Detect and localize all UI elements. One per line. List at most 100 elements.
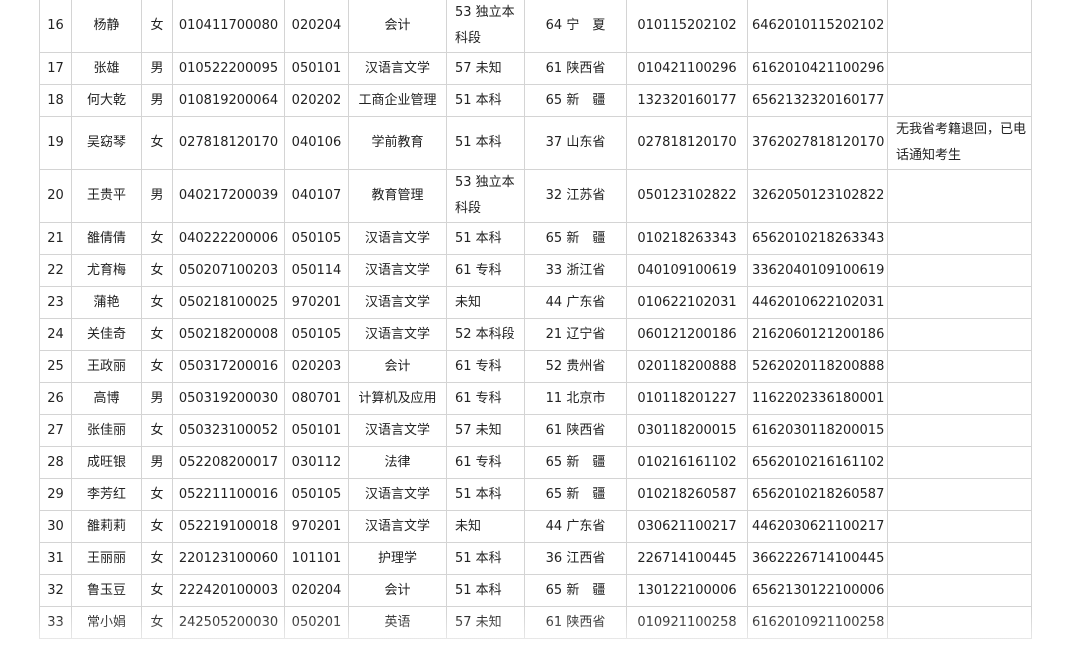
cell-student-no: 6162030118200015	[747, 414, 888, 447]
cell-no: 21	[39, 222, 72, 255]
cell-level: 52 本科段	[446, 318, 525, 351]
document-page: 16 杨静 女 010411700080 020204 会计 53 独立本科段 …	[0, 0, 1074, 661]
cell-gender: 女	[141, 318, 173, 351]
cell-gender: 女	[141, 414, 173, 447]
cell-major: 会计	[348, 0, 447, 53]
cell-major: 汉语言文学	[348, 222, 447, 255]
cell-level: 51 本科	[446, 84, 525, 117]
cell-gender: 女	[141, 0, 173, 53]
cell-exam-id: 027818120170	[172, 116, 285, 170]
cell-note	[887, 0, 1032, 53]
cell-exam-id: 050207100203	[172, 254, 285, 287]
cell-exam-id: 052211100016	[172, 478, 285, 511]
cell-student-no: 6562010218263343	[747, 222, 888, 255]
cell-exam-id: 052219100018	[172, 510, 285, 543]
table-row: 25 王政丽 女 050317200016 020203 会计 61 专科 52…	[39, 350, 1032, 383]
cell-major: 汉语言文学	[348, 318, 447, 351]
cell-province: 65 新 疆	[524, 478, 627, 511]
cell-exam-id: 050218200008	[172, 318, 285, 351]
cell-name: 蒲艳	[71, 286, 142, 319]
cell-province: 64 宁 夏	[524, 0, 627, 53]
table-row: 30 雒莉莉 女 052219100018 970201 汉语言文学 未知 44…	[39, 510, 1032, 543]
cell-exam-id: 050319200030	[172, 382, 285, 415]
cell-major-code: 050105	[284, 222, 349, 255]
cell-major-code: 050114	[284, 254, 349, 287]
cell-exam-id: 010522200095	[172, 52, 285, 85]
cell-student-no: 2162060121200186	[747, 318, 888, 351]
cell-student-no: 3362040109100619	[747, 254, 888, 287]
cell-province: 36 江西省	[524, 542, 627, 575]
cell-exam-id: 052208200017	[172, 446, 285, 479]
cell-major: 汉语言文学	[348, 478, 447, 511]
cell-level: 51 本科	[446, 478, 525, 511]
cell-level: 61 专科	[446, 382, 525, 415]
cell-major: 教育管理	[348, 169, 447, 223]
cell-level: 51 本科	[446, 574, 525, 607]
cell-student-no: 6162010921100258	[747, 606, 888, 639]
cell-major-code: 050201	[284, 606, 349, 639]
cell-level: 57 未知	[446, 414, 525, 447]
cell-gender: 女	[141, 510, 173, 543]
cell-major-code: 101101	[284, 542, 349, 575]
cell-major-code: 030112	[284, 446, 349, 479]
cell-archive-no: 130122100006	[626, 574, 748, 607]
cell-province: 65 新 疆	[524, 574, 627, 607]
cell-province: 44 广东省	[524, 286, 627, 319]
cell-gender: 女	[141, 116, 173, 170]
cell-province: 21 辽宁省	[524, 318, 627, 351]
table-row: 23 蒲艳 女 050218100025 970201 汉语言文学 未知 44 …	[39, 286, 1032, 319]
cell-gender: 女	[141, 542, 173, 575]
cell-exam-id: 050218100025	[172, 286, 285, 319]
cell-archive-no: 030118200015	[626, 414, 748, 447]
cell-level: 53 独立本科段	[446, 0, 525, 53]
table-row: 33 常小娟 女 242505200030 050201 英语 57 未知 61…	[39, 606, 1032, 639]
cell-major-code: 020203	[284, 350, 349, 383]
cell-province: 44 广东省	[524, 510, 627, 543]
cell-student-no: 6562130122100006	[747, 574, 888, 607]
cell-level: 51 本科	[446, 222, 525, 255]
cell-major: 计算机及应用	[348, 382, 447, 415]
cell-no: 23	[39, 286, 72, 319]
cell-gender: 女	[141, 350, 173, 383]
cell-no: 26	[39, 382, 72, 415]
cell-note	[887, 84, 1032, 117]
cell-note	[887, 446, 1032, 479]
cell-gender: 女	[141, 222, 173, 255]
table-row: 19 吴窈琴 女 027818120170 040106 学前教育 51 本科 …	[39, 116, 1032, 170]
table-row: 28 成旺银 男 052208200017 030112 法律 61 专科 65…	[39, 446, 1032, 479]
cell-name: 高博	[71, 382, 142, 415]
cell-no: 24	[39, 318, 72, 351]
table-row: 20 王贵平 男 040217200039 040107 教育管理 53 独立本…	[39, 169, 1032, 223]
cell-exam-id: 220123100060	[172, 542, 285, 575]
cell-level: 51 本科	[446, 542, 525, 575]
table-row: 22 尤育梅 女 050207100203 050114 汉语言文学 61 专科…	[39, 254, 1032, 287]
cell-note	[887, 222, 1032, 255]
cell-student-no: 6162010421100296	[747, 52, 888, 85]
cell-note	[887, 169, 1032, 223]
cell-archive-no: 010921100258	[626, 606, 748, 639]
cell-name: 吴窈琴	[71, 116, 142, 170]
cell-exam-id: 050323100052	[172, 414, 285, 447]
cell-student-no: 1162202336180001	[747, 382, 888, 415]
cell-student-no: 6562010216161102	[747, 446, 888, 479]
table-row: 26 高博 男 050319200030 080701 计算机及应用 61 专科…	[39, 382, 1032, 415]
cell-major-code: 050105	[284, 478, 349, 511]
cell-major-code: 080701	[284, 382, 349, 415]
cell-archive-no: 010118201227	[626, 382, 748, 415]
cell-province: 32 江苏省	[524, 169, 627, 223]
table-row: 18 何大乾 男 010819200064 020202 工商企业管理 51 本…	[39, 84, 1032, 117]
cell-major-code: 050101	[284, 52, 349, 85]
cell-name: 李芳红	[71, 478, 142, 511]
cell-level: 51 本科	[446, 116, 525, 170]
cell-no: 29	[39, 478, 72, 511]
table-body: 16 杨静 女 010411700080 020204 会计 53 独立本科段 …	[39, 0, 1032, 639]
cell-name: 鲁玉豆	[71, 574, 142, 607]
cell-province: 65 新 疆	[524, 446, 627, 479]
cell-level: 未知	[446, 286, 525, 319]
cell-province: 61 陕西省	[524, 414, 627, 447]
table-row: 29 李芳红 女 052211100016 050105 汉语言文学 51 本科…	[39, 478, 1032, 511]
cell-province: 65 新 疆	[524, 84, 627, 117]
cell-note	[887, 254, 1032, 287]
cell-student-no: 3662226714100445	[747, 542, 888, 575]
cell-note	[887, 414, 1032, 447]
